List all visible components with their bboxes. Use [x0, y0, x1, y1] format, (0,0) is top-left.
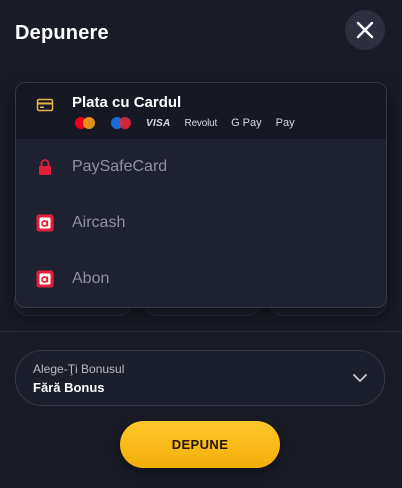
payment-option-label: Aircash	[72, 214, 126, 231]
payment-option-card[interactable]: Plata cu Cardul VISA Revolut G Pay Pay	[16, 83, 386, 139]
bonus-value: Fără Bonus	[33, 380, 105, 395]
payment-option-label: Abon	[72, 270, 110, 287]
abon-icon	[36, 270, 54, 288]
mastercard-logo	[74, 116, 96, 130]
deposit-button[interactable]: DEPUNE	[120, 421, 280, 468]
revolut-logo: Revolut	[184, 117, 218, 129]
payment-method-dropdown: Plata cu Cardul VISA Revolut G Pay Pay P…	[15, 82, 387, 308]
maestro-logo	[110, 116, 132, 130]
chevron-down-icon	[353, 374, 367, 382]
bonus-select[interactable]: Alege-Ţi Bonusul Fără Bonus	[15, 350, 385, 406]
payment-option-label: PaySafeCard	[72, 158, 168, 175]
visa-logo: VISA	[146, 117, 171, 129]
card-logos: VISA Revolut G Pay Pay	[74, 116, 309, 130]
payment-option-paysafecard[interactable]: PaySafeCard	[16, 139, 386, 195]
payment-option-abon[interactable]: Abon	[16, 251, 386, 307]
close-button[interactable]	[345, 10, 385, 50]
modal-header: Depunere	[0, 0, 402, 70]
payment-option-aircash[interactable]: Aircash	[16, 195, 386, 251]
close-icon	[356, 21, 374, 39]
bonus-label: Alege-Ţi Bonusul	[33, 362, 125, 376]
payment-option-label: Plata cu Cardul	[72, 94, 182, 111]
lock-icon	[39, 159, 51, 175]
aircash-icon	[36, 214, 54, 232]
divider	[0, 331, 402, 332]
apple-pay-logo: Pay	[275, 117, 295, 129]
google-pay-logo: G Pay	[231, 117, 262, 129]
page-title: Depunere	[15, 22, 109, 44]
credit-card-icon	[36, 98, 54, 112]
